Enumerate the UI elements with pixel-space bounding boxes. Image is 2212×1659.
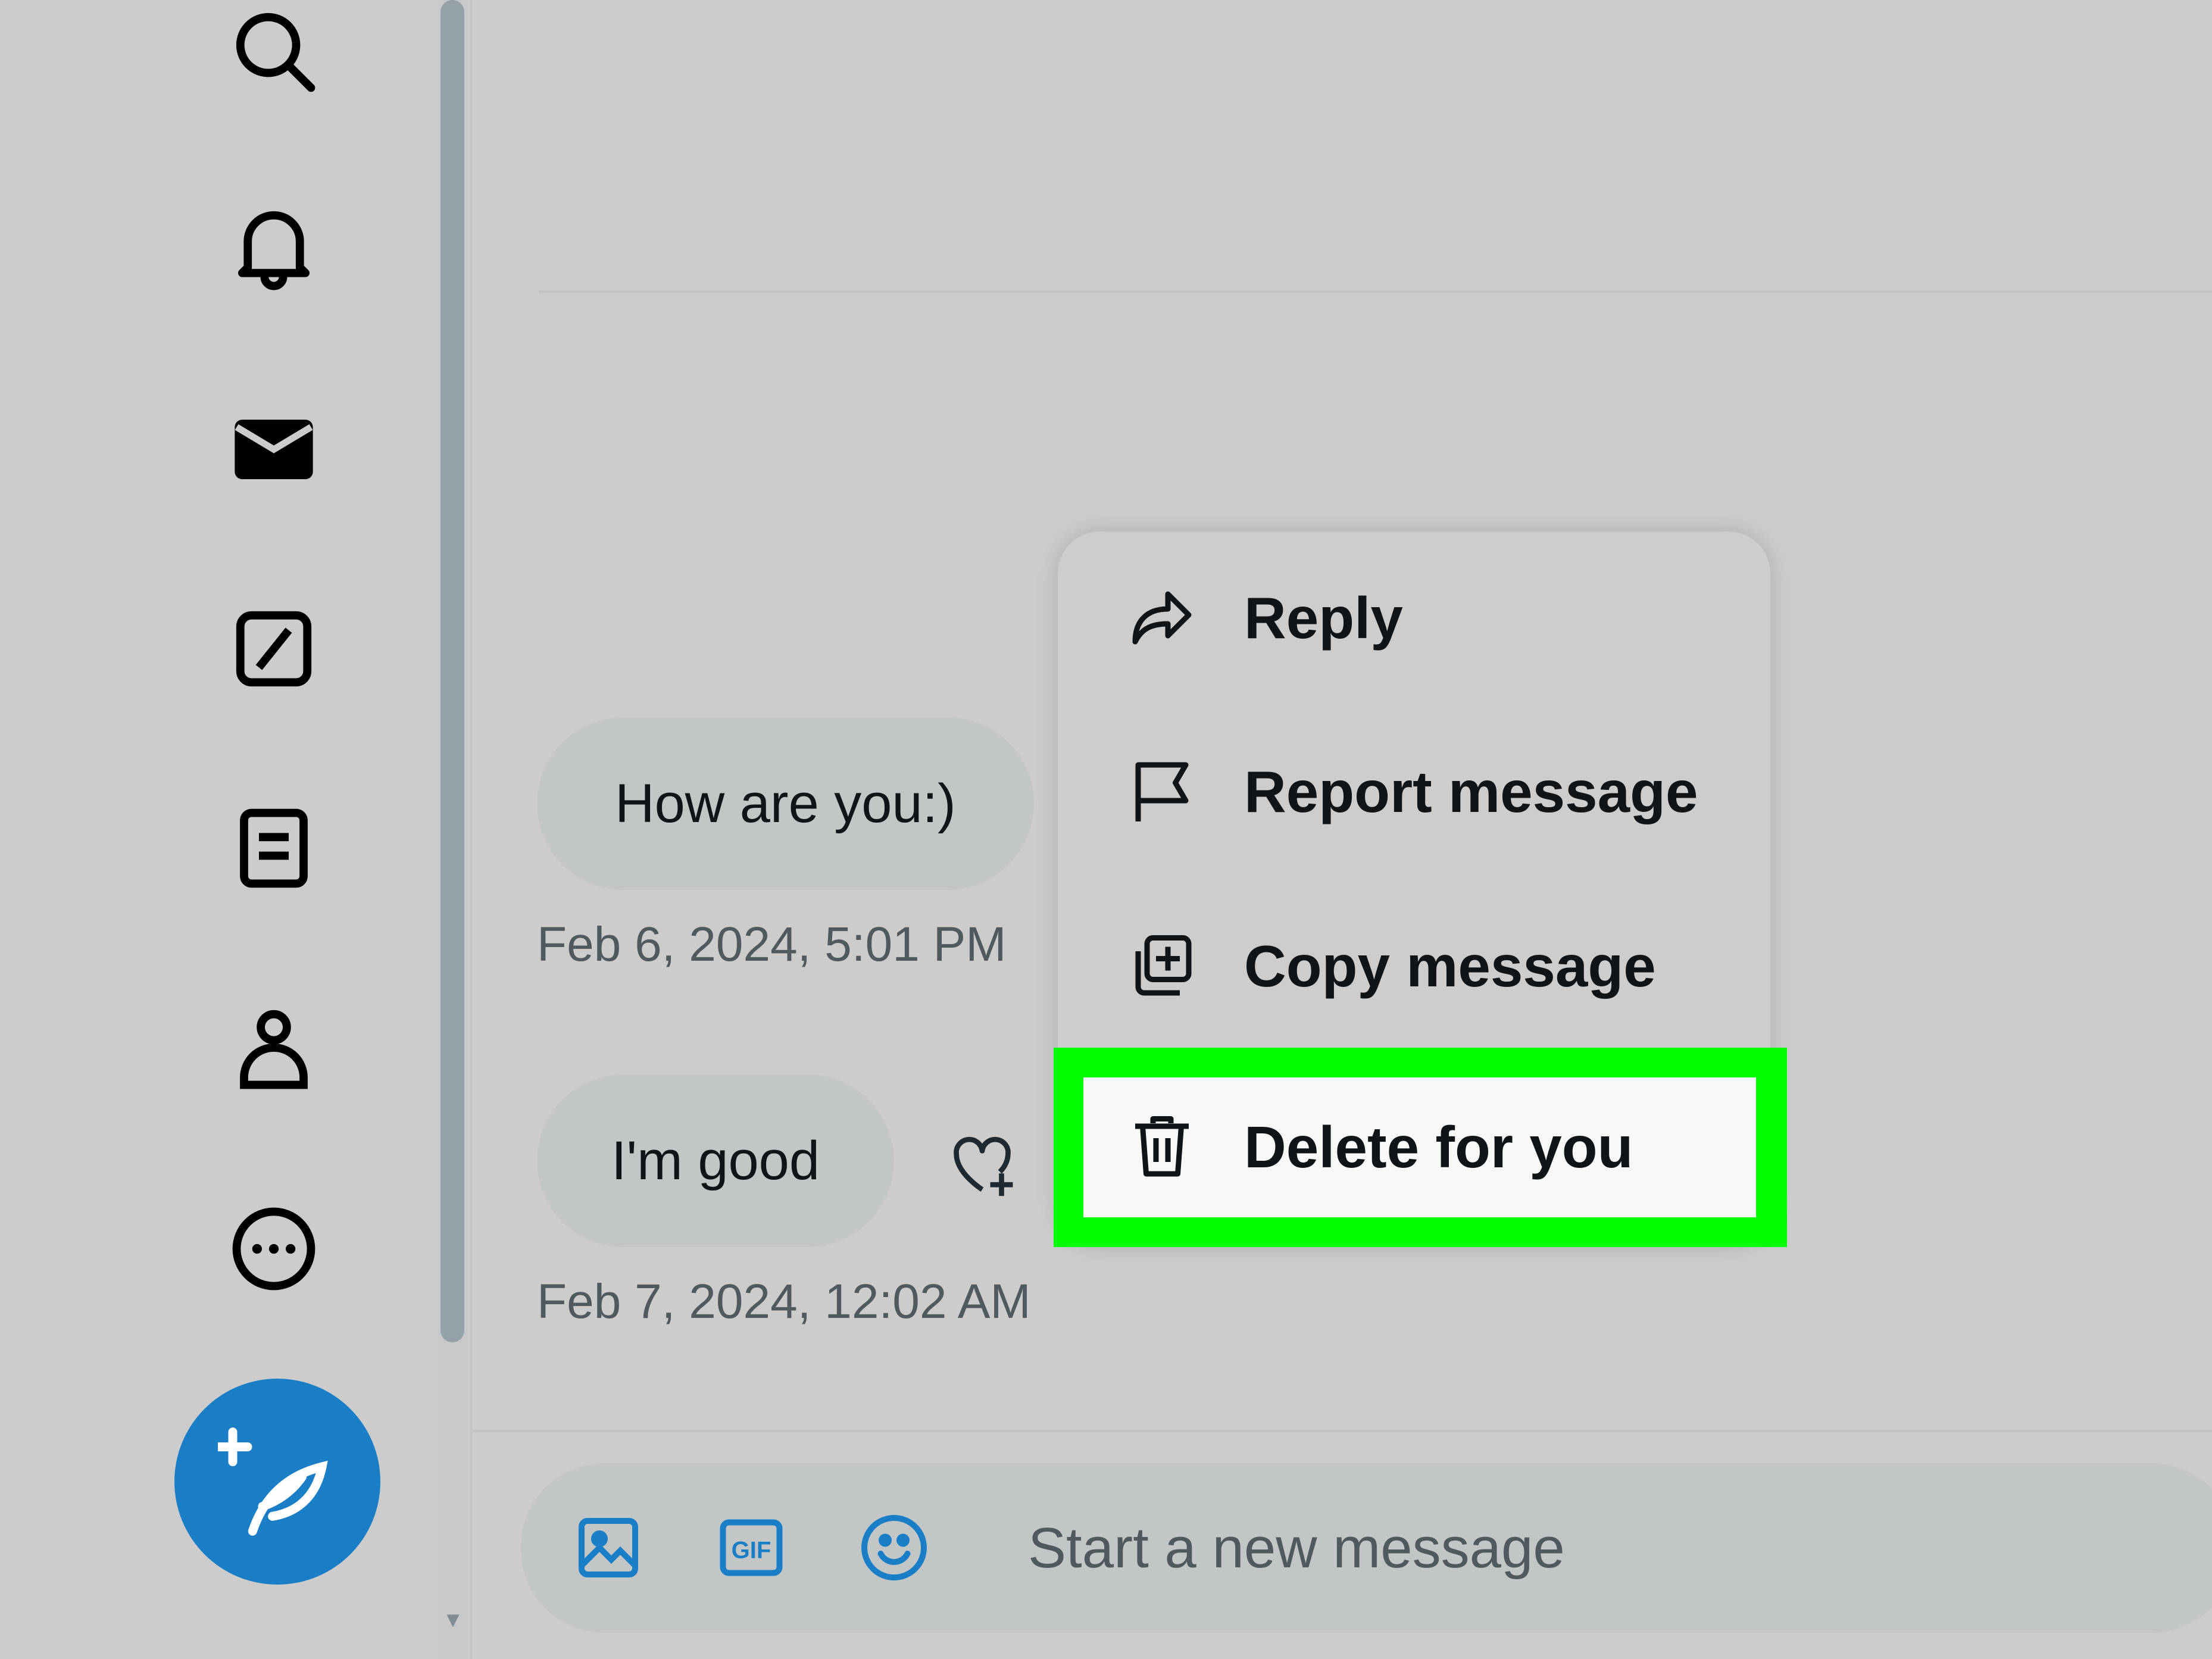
reply-icon xyxy=(1132,591,1192,645)
menu-item-label: Reply xyxy=(1244,585,1403,651)
message-timestamp: Feb 7, 2024, 12:02 AM xyxy=(537,1274,1031,1329)
trash-icon xyxy=(1135,1116,1189,1177)
left-nav xyxy=(0,0,438,1659)
gif-label: GIF xyxy=(732,1538,771,1564)
copy-icon xyxy=(1135,935,1192,996)
menu-item-copy-message[interactable]: Copy message xyxy=(1058,880,1770,1052)
menu-item-reply[interactable]: Reply xyxy=(1058,532,1770,704)
menu-item-label: Copy message xyxy=(1244,933,1656,999)
menu-item-delete-for-you[interactable]: Delete for you xyxy=(1058,1061,1770,1233)
bell-icon[interactable] xyxy=(226,201,321,296)
message-bubble[interactable]: How are you:) xyxy=(537,717,1034,890)
message-bubble[interactable]: I'm good xyxy=(537,1074,894,1247)
divider xyxy=(539,290,2212,293)
image-icon[interactable] xyxy=(573,1512,644,1583)
more-icon[interactable] xyxy=(226,1201,321,1296)
menu-item-label: Report message xyxy=(1244,758,1698,824)
compose-feather-icon xyxy=(218,1427,328,1536)
message-timestamp: Feb 6, 2024, 5:01 PM xyxy=(537,917,1007,971)
divider xyxy=(470,0,472,1659)
mail-icon[interactable] xyxy=(226,402,321,497)
search-icon[interactable] xyxy=(226,3,321,98)
message-text: I'm good xyxy=(611,1130,820,1191)
gif-icon[interactable]: GIF xyxy=(716,1512,787,1583)
compose-button[interactable] xyxy=(174,1379,380,1585)
heart-add-icon[interactable] xyxy=(943,1125,1021,1202)
scrollbar-thumb[interactable] xyxy=(440,0,464,1342)
grok-icon[interactable] xyxy=(226,601,321,696)
message-text: How are you:) xyxy=(615,773,956,834)
profile-icon[interactable] xyxy=(226,1000,321,1095)
lists-icon[interactable] xyxy=(226,801,321,896)
divider xyxy=(473,1430,2212,1432)
menu-item-report-message[interactable]: Report message xyxy=(1058,705,1770,878)
flag-icon xyxy=(1135,762,1189,821)
menu-item-label: Delete for you xyxy=(1244,1114,1633,1180)
message-input[interactable] xyxy=(1027,1509,2160,1588)
scroll-down-arrow-icon[interactable]: ▼ xyxy=(438,1607,468,1632)
emoji-icon[interactable] xyxy=(858,1512,930,1583)
